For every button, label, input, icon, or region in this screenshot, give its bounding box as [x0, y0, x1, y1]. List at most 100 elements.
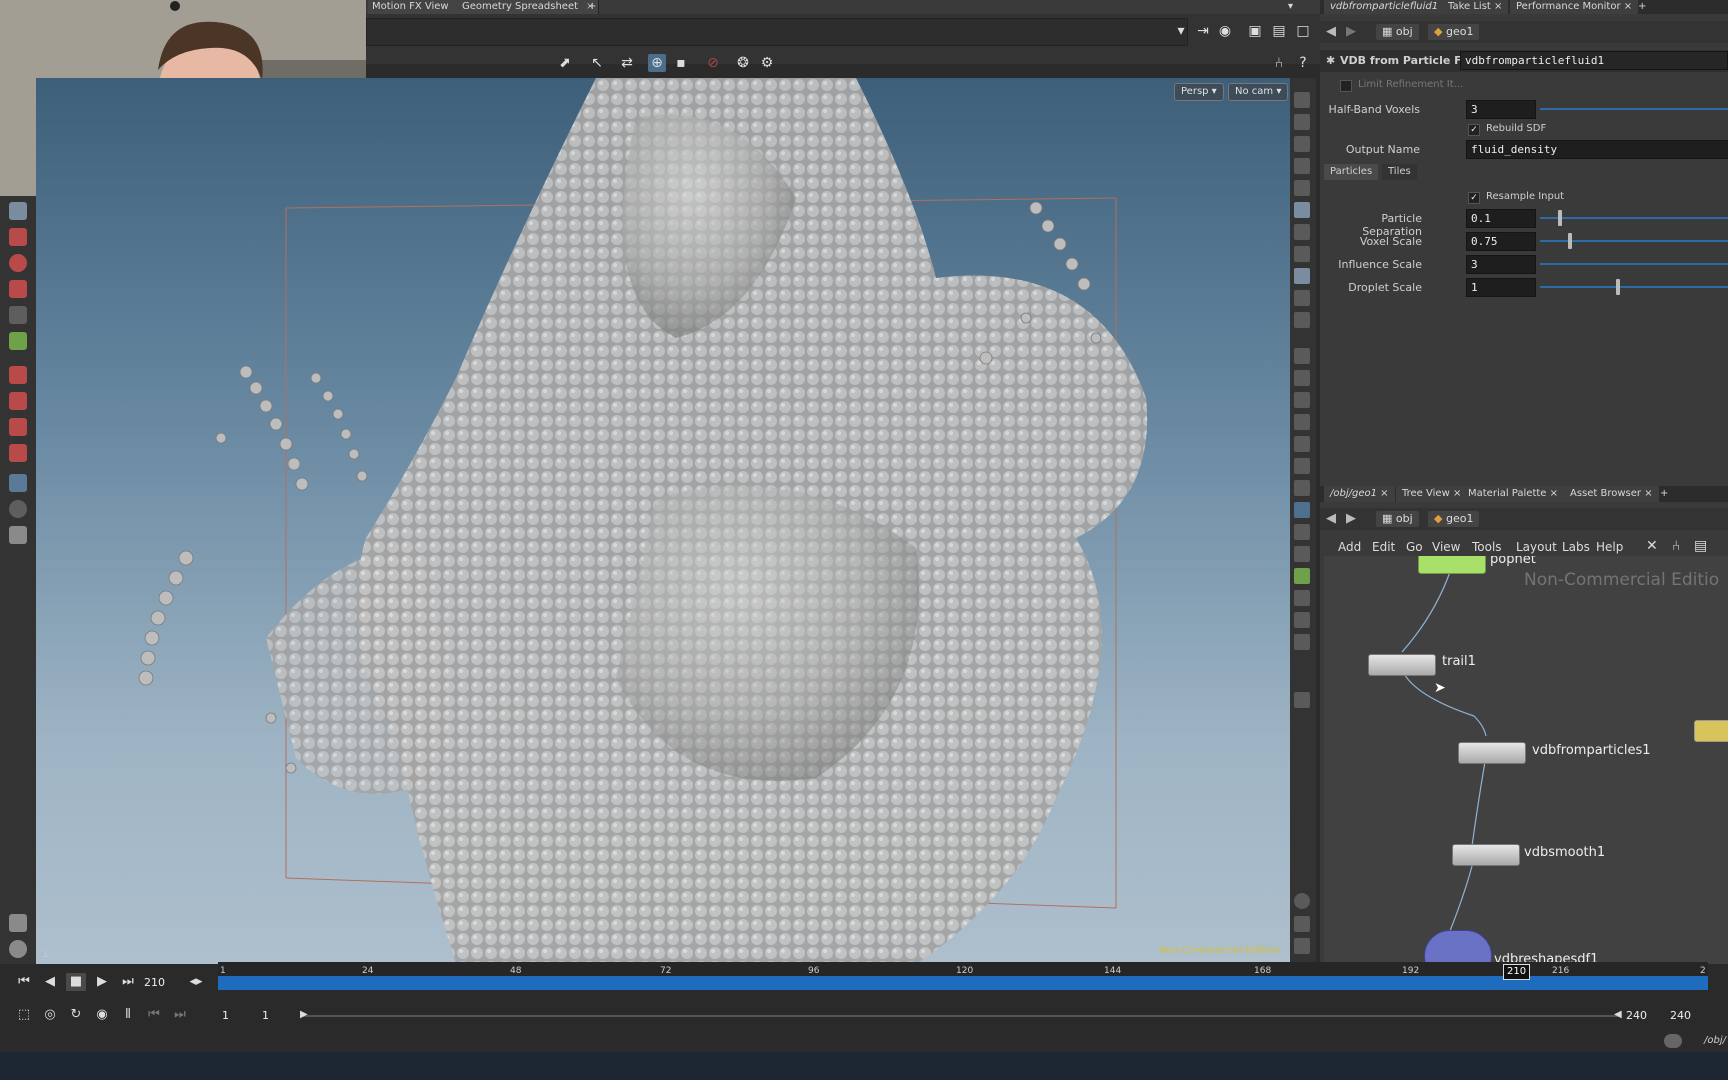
vdbsmooth1-node[interactable]	[1452, 844, 1520, 866]
magnet-icon[interactable]	[9, 418, 27, 436]
scene-viewport[interactable]: Non-Commercial Edition ⊥	[36, 78, 1290, 964]
lock-view-icon[interactable]	[1294, 136, 1310, 152]
half-band-field[interactable]: 3	[1466, 100, 1536, 119]
gear-snap-icon[interactable]	[9, 474, 27, 492]
light-icon[interactable]	[1294, 202, 1310, 218]
camera-icon[interactable]	[9, 940, 27, 958]
sphere-tool-icon[interactable]	[9, 254, 27, 272]
half-band-slider[interactable]	[1540, 108, 1728, 110]
tree-layout-icon[interactable]: ⑃	[1672, 538, 1680, 554]
tab-parameters[interactable]: vdbfromparticlefluid1 ×	[1324, 0, 1456, 14]
grid-icon[interactable]	[1294, 916, 1310, 932]
stop-icon[interactable]: ■	[66, 973, 86, 991]
next-key-icon[interactable]: ⏭	[170, 1006, 190, 1024]
range-start2-field[interactable]: 1	[262, 1009, 269, 1022]
close-icon[interactable]: ×	[1644, 488, 1652, 499]
close-icon[interactable]: ×	[1550, 488, 1558, 499]
resample-input-checkbox[interactable]: ✓	[1468, 192, 1480, 204]
step-frame-icon[interactable]: ◂▸	[186, 973, 206, 991]
pose-tool-icon[interactable]	[9, 306, 27, 324]
popnet-node[interactable]	[1418, 556, 1486, 574]
bug-icon[interactable]	[1294, 568, 1310, 584]
settings-icon[interactable]: ⚙	[758, 54, 776, 72]
prev-key-icon[interactable]: ⏮	[144, 1006, 164, 1024]
jump-end-icon[interactable]: ⏭	[118, 973, 138, 991]
tab-take-list[interactable]: Take List ×	[1442, 0, 1509, 14]
vdbfromparticles1-node[interactable]	[1458, 742, 1526, 764]
shaded-icon[interactable]	[1294, 180, 1310, 196]
lasso-icon[interactable]	[9, 392, 27, 410]
marker-icon[interactable]	[1294, 692, 1310, 708]
realtime-icon[interactable]: ◉	[92, 1006, 112, 1024]
layout-icon[interactable]: □	[1294, 22, 1312, 40]
close-icon[interactable]: ×	[1494, 1, 1502, 12]
step-back-icon[interactable]: ◀	[40, 973, 60, 991]
clock-icon[interactable]	[9, 500, 27, 518]
magnet-snap-icon[interactable]	[9, 444, 27, 462]
pointer-icon[interactable]	[1294, 502, 1310, 518]
limit-refinement-checkbox[interactable]	[1340, 80, 1352, 92]
output-name-field[interactable]: fluid_density	[1466, 140, 1728, 159]
add-tab-icon[interactable]: +	[1632, 0, 1652, 14]
shading-icon[interactable]: ▤	[1270, 22, 1288, 40]
measure-icon[interactable]	[1294, 458, 1310, 474]
forward-arrow-icon[interactable]: ▶	[1346, 24, 1356, 39]
droplet-scale-slider[interactable]	[1540, 286, 1728, 288]
number-icon[interactable]	[1294, 414, 1310, 430]
influence-scale-slider[interactable]	[1540, 263, 1728, 265]
audio-icon[interactable]: ◎	[40, 1006, 60, 1024]
image-icon[interactable]	[1294, 634, 1310, 650]
visibility-icon[interactable]	[1294, 92, 1310, 108]
wrench-icon[interactable]: ✕	[1646, 538, 1658, 554]
checker-icon[interactable]	[1294, 524, 1310, 540]
perspective-menu[interactable]: Persp ▾	[1174, 83, 1224, 101]
tab-tree-view[interactable]: Tree View ×	[1396, 486, 1468, 502]
particle-separation-knob[interactable]	[1558, 210, 1562, 226]
lock-icon[interactable]	[9, 202, 27, 220]
current-frame-field[interactable]: 210	[144, 976, 165, 989]
camera-menu[interactable]: No cam ▾	[1228, 83, 1289, 101]
tab-material-palette[interactable]: Material Palette ×	[1462, 486, 1565, 502]
menu-layout[interactable]: Layout	[1516, 540, 1557, 554]
group-icon[interactable]: ❂	[734, 54, 752, 72]
close-icon[interactable]: ×	[1624, 1, 1632, 12]
snap-grid-icon[interactable]	[9, 366, 27, 384]
range-end-field[interactable]: 240	[1626, 1009, 1647, 1022]
pin-icon[interactable]: ⇥	[1194, 22, 1212, 40]
tab-performance-monitor[interactable]: Performance Monitor ×	[1510, 0, 1639, 14]
wireframe-icon[interactable]	[1294, 158, 1310, 174]
menu-help[interactable]: Help	[1596, 540, 1623, 554]
ghost-icon[interactable]	[1294, 114, 1310, 130]
timeline-track[interactable]	[218, 976, 1708, 990]
headlight-icon[interactable]	[1294, 246, 1310, 262]
menu-tools[interactable]: Tools	[1472, 540, 1502, 554]
normal-icon[interactable]	[1294, 370, 1310, 386]
paint-tool-icon[interactable]	[9, 332, 27, 350]
network-canvas[interactable]: popnet Non-Commercial Editio trail1 vdbf…	[1324, 556, 1728, 964]
menu-view[interactable]: View	[1432, 540, 1460, 554]
trail1-node[interactable]	[1368, 654, 1436, 676]
snap-icon[interactable]: ◉	[1216, 22, 1234, 40]
tab-obj-geo1[interactable]: /obj/geo1 ×	[1324, 486, 1395, 502]
offscreen-node[interactable]	[1694, 720, 1728, 742]
help-icon[interactable]: ?	[1294, 54, 1312, 72]
corner-icon[interactable]	[1294, 480, 1310, 496]
object-icon[interactable]: ▪	[672, 54, 690, 72]
menu-add[interactable]: Add	[1338, 540, 1361, 554]
loop-icon[interactable]: ↻	[66, 1006, 86, 1024]
keyframe-icon[interactable]: ⬚	[14, 1006, 34, 1024]
vdbreshapesdf1-node[interactable]	[1424, 930, 1492, 964]
tree-icon[interactable]: ⑃	[1270, 54, 1288, 72]
add-tab-icon[interactable]: +	[584, 0, 600, 14]
forward-arrow-icon[interactable]: ▶	[1346, 511, 1356, 526]
particle-separation-field[interactable]: 0.1	[1466, 209, 1536, 228]
eye-icon[interactable]	[1294, 938, 1310, 954]
tab-motion-fx-view[interactable]: Motion FX View×	[368, 0, 470, 14]
select-mode-icon[interactable]: ⬈	[556, 54, 574, 72]
box-icon[interactable]	[1294, 612, 1310, 628]
back-arrow-icon[interactable]: ◀	[1326, 511, 1336, 526]
path-geo[interactable]: ◆ geo1	[1428, 24, 1480, 40]
list-icon[interactable]: ▤	[1694, 538, 1707, 554]
brush-icon[interactable]	[1294, 392, 1310, 408]
path-geo[interactable]: ◆ geo1	[1428, 511, 1480, 527]
